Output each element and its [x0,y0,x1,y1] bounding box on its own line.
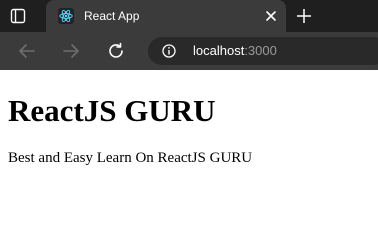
react-logo-icon [58,8,74,24]
page-heading: ReactJS GURU [8,93,216,128]
info-circle-icon[interactable] [162,44,176,58]
tab-title: React App [84,9,140,23]
url-text: localhost:3000 [193,43,277,59]
tab-actions-icon[interactable] [10,8,26,24]
arrow-left-icon[interactable] [18,42,36,60]
url-port: :3000 [244,43,277,58]
refresh-icon[interactable] [107,42,125,60]
plus-icon[interactable] [296,8,312,24]
browser-toolbar: localhost:3000 [0,32,378,70]
address-bar[interactable]: localhost:3000 [148,37,378,65]
arrow-right-icon[interactable] [62,42,80,60]
close-icon[interactable] [264,9,278,23]
tab-react-app[interactable]: React App [46,0,286,32]
page-content: ReactJS GURU Best and Easy Learn On Reac… [0,93,378,167]
page-paragraph: Best and Easy Learn On ReactJS GURU [8,150,253,166]
tab-strip: React App [0,0,378,32]
url-host: localhost [193,43,245,58]
